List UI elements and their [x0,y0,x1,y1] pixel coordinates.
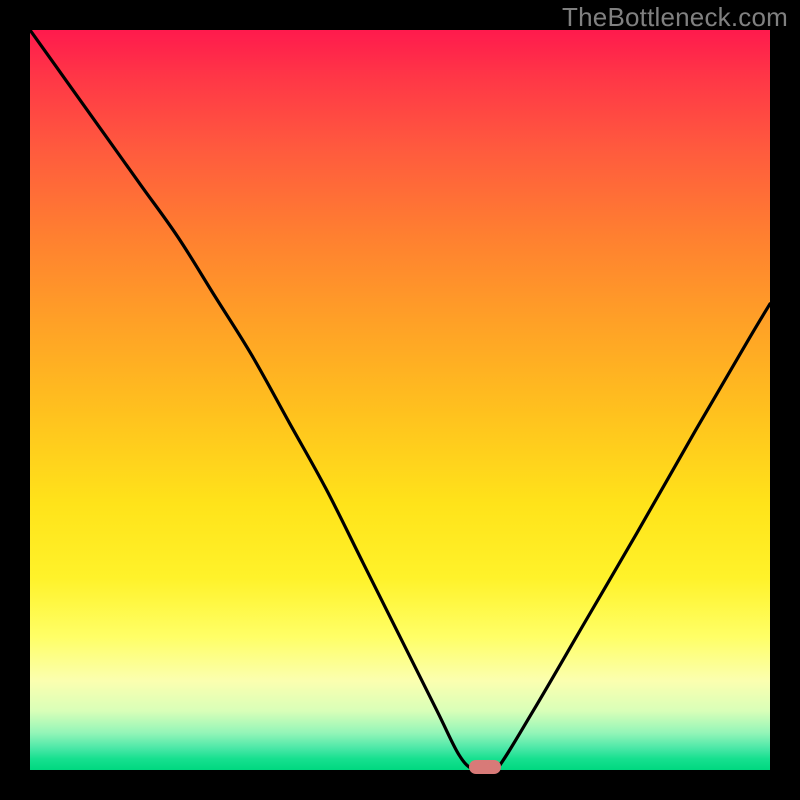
chart-frame: TheBottleneck.com [0,0,800,800]
bottleneck-curve [30,30,770,770]
optimal-point-marker [469,760,501,774]
curve-svg [30,30,770,770]
plot-area [30,30,770,770]
watermark-label: TheBottleneck.com [562,2,788,33]
